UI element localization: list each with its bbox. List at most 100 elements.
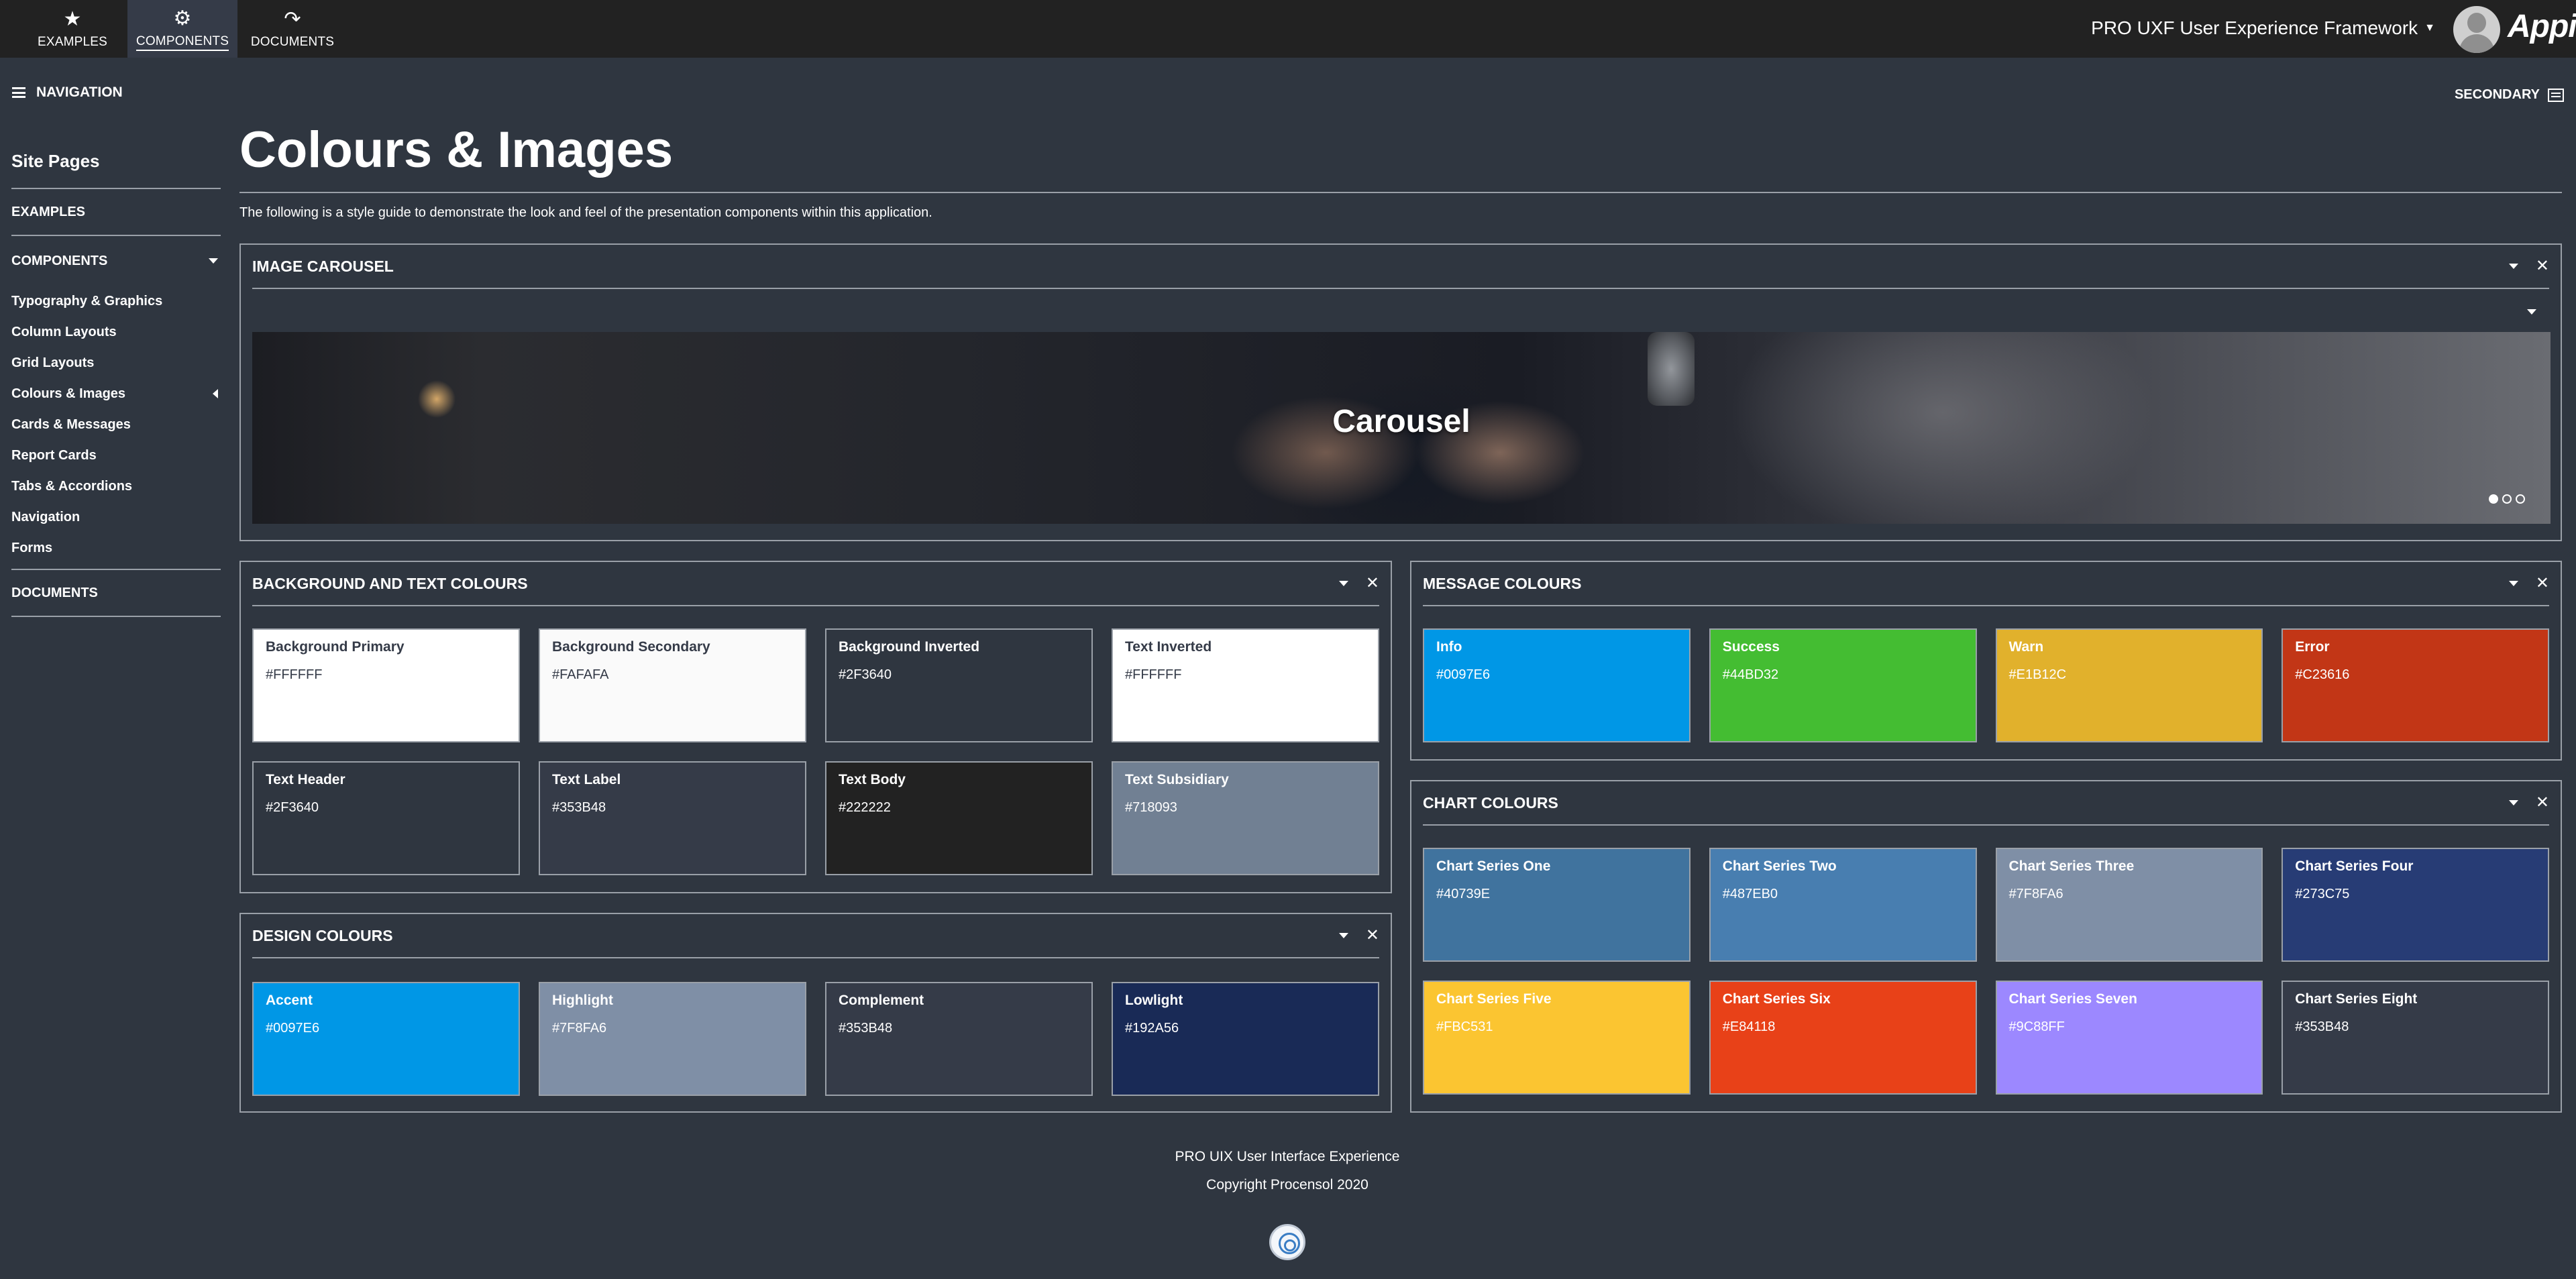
top-nav-label: EXAMPLES [37,35,108,49]
card-controls: ✕ [2508,795,2549,811]
procensol-logo-icon [1269,1224,1305,1260]
sidebar-link-grid-layouts[interactable]: Grid Layouts [11,347,221,378]
swatch-name: Chart Series Eight [2295,991,2418,1007]
swatch-name: Chart Series Three [2008,858,2135,874]
swatch-hex: #487EB0 [1722,887,1778,901]
swatch-grid: Accent #0097E6 Highlight #7F8FA6 Complemen… [252,982,1379,1096]
colour-swatch: Text Header #2F3640 [252,761,520,875]
carousel-dot[interactable] [2502,494,2512,504]
swatch-name: Info [1436,639,1462,655]
collapse-icon[interactable] [2508,800,2518,805]
navigation-label: NAVIGATION [36,85,123,100]
sidebar-link-report-cards[interactable]: Report Cards [11,440,221,471]
footer-line-2: Copyright Procensol 2020 [1206,1177,1368,1192]
page-title: Colours & Images [239,121,674,178]
message-colours-card: MESSAGE COLOURS ✕ Info #0097E6 Success #44… [1410,561,2562,761]
colour-swatch: Chart Series One #40739E [1423,848,1690,962]
swatch-hex: #353B48 [2295,1019,2349,1034]
swatch-name: Warn [2008,639,2044,655]
collapse-icon[interactable] [2508,581,2518,586]
swatch-name: Background Primary [266,639,405,655]
swatch-hex: #E1B12C [2008,667,2067,682]
colour-swatch: Chart Series Six #E84118 [1709,981,1977,1095]
carousel-dot[interactable] [2516,494,2525,504]
swatch-hex: #2F3640 [266,800,319,815]
card-header: IMAGE CAROUSEL ✕ [252,245,2549,289]
swatch-hex: #353B48 [552,800,606,815]
swatch-name: Text Inverted [1125,639,1212,655]
swatch-hex: #FFFFFF [266,667,323,682]
collapse-icon[interactable] [2508,264,2518,269]
swatch-grid: Chart Series One #40739E Chart Series Two… [1423,848,2549,1095]
chart-colours-card: CHART COLOURS ✕ Chart Series One #40739E … [1410,780,2562,1113]
carousel-image[interactable]: Carousel [252,332,2551,524]
swatch-hex: #9C88FF [2008,1019,2065,1034]
top-nav-label: DOCUMENTS [250,35,335,49]
colour-swatch: Chart Series Seven #9C88FF [1995,981,2263,1095]
swatch-hex: #0097E6 [1436,667,1491,682]
colour-swatch: Highlight #7F8FA6 [539,982,806,1096]
close-icon[interactable]: ✕ [2536,258,2549,274]
secondary-toggle[interactable]: SECONDARY [2455,87,2564,103]
sidebar-link-label: Tabs & Accordions [11,478,133,494]
swatch-name: Text Body [839,772,906,787]
colour-swatch: Complement #353B48 [825,982,1093,1096]
close-icon[interactable]: ✕ [2536,795,2549,811]
collapse-icon[interactable] [1338,581,1348,586]
swatch-name: Background Inverted [839,639,980,655]
sidebar-link-label: Grid Layouts [11,355,95,370]
sidebar-item-components[interactable]: COMPONENTS [11,236,221,286]
swatch-hex: #2F3640 [839,667,892,682]
colour-swatch: Info #0097E6 [1423,628,1690,742]
close-icon[interactable]: ✕ [1366,928,1379,944]
sidebar-item-documents[interactable]: DOCUMENTS [11,570,221,617]
swatch-name: Error [2295,639,2330,655]
top-nav-label: COMPONENTS [136,34,229,51]
sidebar-title: Site Pages [11,134,221,189]
swatch-name: Accent [266,993,313,1008]
top-nav-components[interactable]: ⚙ COMPONENTS [127,0,237,58]
carousel-dot[interactable] [2489,494,2498,504]
share-icon: ↷ [284,8,301,30]
sidebar-link-label: Forms [11,540,53,555]
top-bar: ★ EXAMPLES ⚙ COMPONENTS ↷ DOCUMENTS PRO … [0,0,2576,58]
collapse-icon[interactable] [1338,933,1348,938]
swatch-name: Chart Series Six [1722,991,1831,1007]
carousel-caption: Carousel [1332,404,1470,439]
app-name: PRO UXF User Experience Framework [2091,17,2418,38]
sidebar-link-label: Report Cards [11,447,97,463]
top-nav-examples[interactable]: ★ EXAMPLES [17,0,127,58]
sidebar-link-column-layouts[interactable]: Column Layouts [11,317,221,347]
swatch-name: Chart Series Seven [2008,991,2137,1007]
top-nav: ★ EXAMPLES ⚙ COMPONENTS ↷ DOCUMENTS [17,0,347,58]
swatch-hex: #192A56 [1125,1021,1179,1036]
swatch-hex: #0097E6 [266,1021,320,1036]
sidebar-link-forms[interactable]: Forms [11,533,221,563]
footer-line-1: PRO UIX User Interface Experience [1175,1149,1400,1164]
swatch-name: Background Secondary [552,639,710,655]
colour-swatch: Error #C23616 [2282,628,2549,742]
swatch-hex: #7F8FA6 [552,1021,607,1036]
avatar-head [2467,13,2486,33]
navigation-toggle[interactable]: NAVIGATION [12,85,123,101]
carousel-collapse-icon[interactable] [2527,309,2536,315]
close-icon[interactable]: ✕ [2536,575,2549,592]
app-switcher-menu[interactable]: PRO UXF User Experience Framework ▼ [2091,17,2435,39]
secondary-label: SECONDARY [2454,87,2540,102]
sidebar-link-label: Typography & Graphics [11,293,163,309]
colour-swatch: Chart Series Four #273C75 [2282,848,2549,962]
card-title: BACKGROUND AND TEXT COLOURS [252,574,528,592]
sidebar-link-navigation[interactable]: Navigation [11,502,221,533]
sidebar-link-typography[interactable]: Typography & Graphics [11,286,221,317]
close-icon[interactable]: ✕ [1366,575,1379,592]
sidebar-link-tabs-accordions[interactable]: Tabs & Accordions [11,471,221,502]
carousel-photo-detail [1648,332,1695,406]
swatch-hex: #FAFAFA [552,667,609,682]
top-nav-documents[interactable]: ↷ DOCUMENTS [237,0,347,58]
sidebar-item-examples[interactable]: EXAMPLES [11,189,221,236]
colour-swatch: Accent #0097E6 [252,982,520,1096]
sidebar-link-cards-messages[interactable]: Cards & Messages [11,409,221,440]
sidebar-link-colours-images[interactable]: Colours & Images [11,378,221,409]
user-avatar[interactable] [2453,6,2500,53]
swatch-name: Chart Series Two [1722,858,1837,874]
